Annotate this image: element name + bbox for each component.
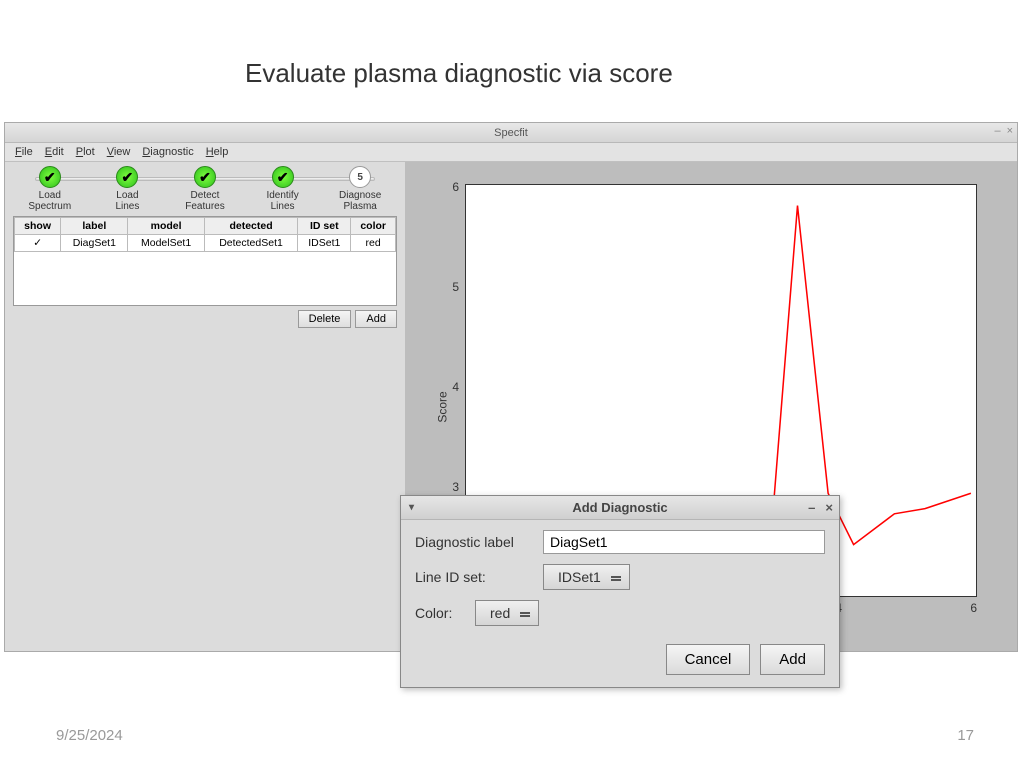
check-icon: ✔: [194, 166, 216, 188]
col-model[interactable]: model: [128, 218, 204, 235]
menu-view[interactable]: View: [101, 144, 137, 160]
menu-icon[interactable]: ▾: [409, 502, 414, 513]
step-number: 5: [349, 166, 371, 188]
check-icon: ✔: [272, 166, 294, 188]
ytick: 5: [439, 280, 459, 294]
ytick: 6: [439, 180, 459, 194]
menu-diagnostic[interactable]: Diagnostic: [136, 144, 199, 160]
menu-edit[interactable]: Edit: [39, 144, 70, 160]
ytick: 3: [439, 480, 459, 494]
cell-color: red: [351, 235, 396, 252]
step-load-lines[interactable]: ✔ LoadLines: [97, 166, 157, 212]
close-icon[interactable]: ×: [825, 500, 833, 515]
menu-plot[interactable]: Plot: [70, 144, 101, 160]
close-icon[interactable]: ×: [1007, 125, 1013, 137]
delete-button[interactable]: Delete: [298, 310, 352, 328]
diagnostic-label-lbl: Diagnostic label: [415, 534, 533, 550]
cell-idset: IDSet1: [298, 235, 351, 252]
step-detect-features[interactable]: ✔ DetectFeatures: [175, 166, 235, 212]
line-idset-select[interactable]: IDSet1: [543, 564, 630, 590]
step-diagnose-plasma[interactable]: 5 DiagnosePlasma: [330, 166, 390, 212]
step-load-spectrum[interactable]: ✔ LoadSpectrum: [20, 166, 80, 212]
col-show[interactable]: show: [15, 218, 61, 235]
dialog-titlebar: ▾ Add Diagnostic – ×: [401, 496, 839, 520]
cancel-button[interactable]: Cancel: [666, 644, 751, 675]
ytick: 4: [439, 380, 459, 394]
cell-model: ModelSet1: [128, 235, 204, 252]
xtick: 6: [970, 601, 977, 615]
color-lbl: Color:: [415, 605, 465, 621]
step-bar: ✔ LoadSpectrum ✔ LoadLines ✔ DetectFeatu…: [5, 162, 405, 216]
cell-label: DiagSet1: [61, 235, 128, 252]
check-icon: ✔: [116, 166, 138, 188]
diagnostic-table: show label model detected ID set color ✓…: [13, 216, 397, 306]
check-icon: ✔: [39, 166, 61, 188]
minimize-icon[interactable]: –: [808, 500, 815, 515]
color-select[interactable]: red: [475, 600, 539, 626]
add-button[interactable]: Add: [355, 310, 397, 328]
line-idset-lbl: Line ID set:: [415, 569, 533, 585]
add-button[interactable]: Add: [760, 644, 825, 675]
table-row[interactable]: ✓ DiagSet1 ModelSet1 DetectedSet1 IDSet1…: [15, 235, 396, 252]
dialog-title: Add Diagnostic: [572, 500, 667, 515]
cell-show-checkbox[interactable]: ✓: [15, 235, 61, 252]
y-axis-label: Score: [436, 391, 450, 422]
footer-page: 17: [957, 727, 974, 744]
titlebar: Specfit – ×: [5, 123, 1017, 143]
footer-date: 9/25/2024: [56, 727, 123, 744]
add-diagnostic-dialog: ▾ Add Diagnostic – × Diagnostic label Li…: [400, 495, 840, 688]
col-label[interactable]: label: [61, 218, 128, 235]
menubar: File Edit Plot View Diagnostic Help: [5, 143, 1017, 162]
col-color[interactable]: color: [351, 218, 396, 235]
menu-help[interactable]: Help: [200, 144, 235, 160]
window-title: Specfit: [494, 127, 528, 139]
menu-file[interactable]: File: [9, 144, 39, 160]
step-identify-lines[interactable]: ✔ IdentifyLines: [253, 166, 313, 212]
cell-detected: DetectedSet1: [204, 235, 298, 252]
minimize-icon[interactable]: –: [994, 125, 1000, 137]
col-idset[interactable]: ID set: [298, 218, 351, 235]
diagnostic-label-input[interactable]: [543, 530, 825, 554]
slide-title: Evaluate plasma diagnostic via score: [245, 58, 673, 89]
left-pane: ✔ LoadSpectrum ✔ LoadLines ✔ DetectFeatu…: [5, 162, 405, 651]
col-detected[interactable]: detected: [204, 218, 298, 235]
